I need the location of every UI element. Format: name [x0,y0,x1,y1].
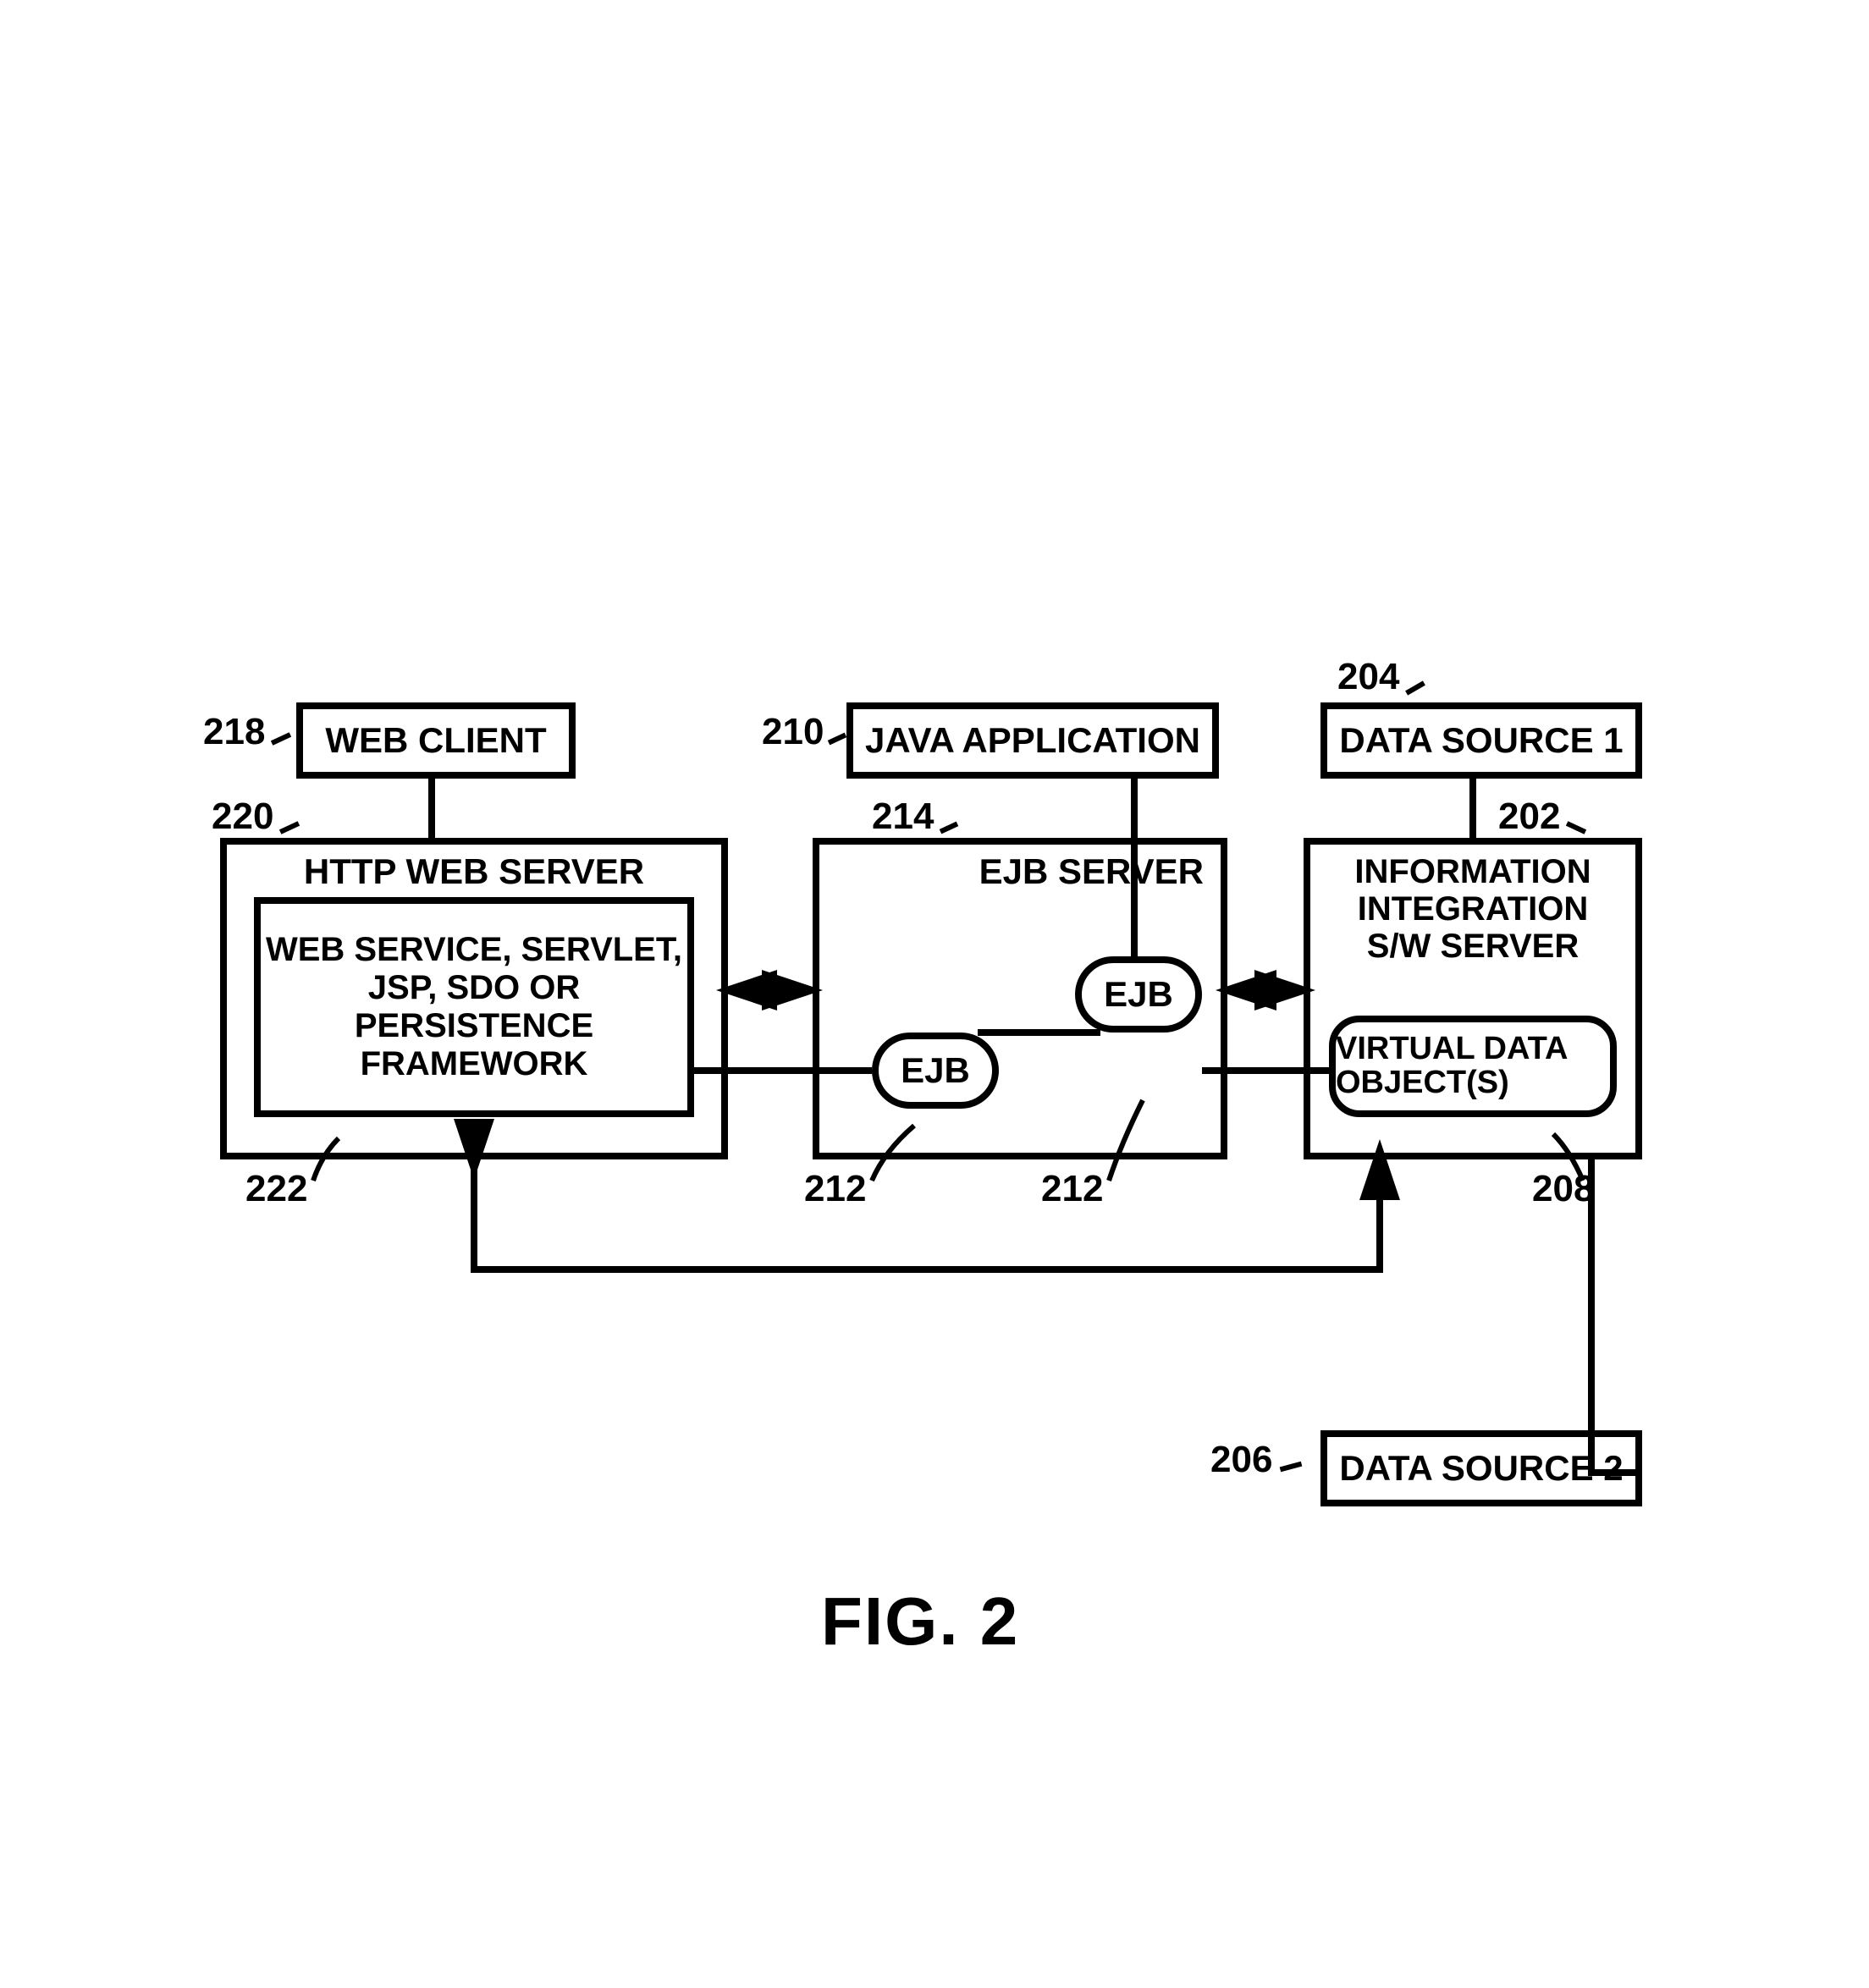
ref-214: 214 [872,796,934,838]
ref-212a: 212 [804,1168,866,1210]
tick-210 [828,733,846,746]
tick-218 [271,732,291,746]
ref-208: 208 [1532,1168,1594,1210]
ejb-pill-1: EJB [872,1033,999,1109]
data-source-1-box: DATA SOURCE 1 [1320,702,1642,779]
ref-222: 222 [245,1168,307,1210]
ejb-pill-2: EJB [1075,956,1202,1033]
virtual-data-objects-pill: VIRTUAL DATA OBJECT(S) [1329,1016,1617,1117]
data-source-2-box: DATA SOURCE 2 [1320,1430,1642,1506]
tick-202 [1566,821,1586,834]
web-service-box: WEB SERVICE, SERVLET, JSP, SDO OR PERSIS… [254,897,694,1117]
ref-210: 210 [762,711,824,753]
web-client-box: WEB CLIENT [296,702,576,779]
java-application-box: JAVA APPLICATION [846,702,1219,779]
ref-204: 204 [1337,656,1399,698]
ejb-server-title: EJB SERVER [979,853,1204,890]
conn-info-ds2 [1591,1159,1642,1473]
ref-212b: 212 [1041,1168,1103,1210]
tick-204 [1405,680,1425,695]
conn-loop-http-info [474,1159,1380,1269]
tick-214 [940,822,958,834]
tick-206 [1280,1462,1303,1473]
ref-218: 218 [203,711,265,753]
ref-220: 220 [212,796,273,838]
info-integration-server-title: INFORMATION INTEGRATION S/W SERVER [1315,853,1630,965]
tick-220 [279,821,300,834]
diagram-canvas: WEB CLIENT JAVA APPLICATION DATA SOURCE … [0,0,1869,1988]
http-web-server-title: HTTP WEB SERVER [304,853,644,890]
ref-202: 202 [1498,796,1560,838]
figure-label: FIG. 2 [821,1583,1019,1660]
ref-206: 206 [1210,1439,1272,1481]
